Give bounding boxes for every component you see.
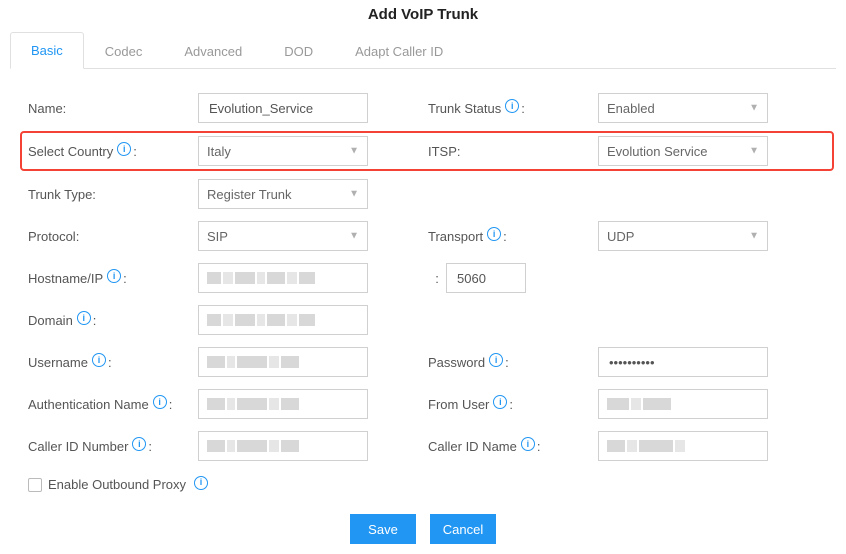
label-trunk-status: Trunk Status : — [428, 101, 598, 116]
enable-outbound-proxy-checkbox[interactable] — [28, 478, 42, 492]
info-icon[interactable] — [505, 99, 519, 113]
label-auth-name: Authentication Name : — [28, 397, 198, 412]
trunk-type-select[interactable]: Register Trunk ▼ — [198, 179, 368, 209]
info-icon[interactable] — [132, 437, 146, 451]
itsp-select[interactable]: Evolution Service ▼ — [598, 136, 768, 166]
tab-advanced[interactable]: Advanced — [163, 33, 263, 69]
button-bar: Save Cancel — [10, 514, 836, 544]
label-password: Password : — [428, 355, 598, 370]
label-enable-outbound-proxy: Enable Outbound Proxy — [48, 477, 186, 492]
password-input[interactable] — [598, 347, 768, 377]
chevron-down-icon: ▼ — [749, 231, 759, 242]
label-transport: Transport : — [428, 229, 598, 244]
label-from-user: From User : — [428, 397, 598, 412]
auth-name-input[interactable] — [198, 389, 368, 419]
domain-input[interactable] — [198, 305, 368, 335]
label-caller-id-number: Caller ID Number : — [28, 439, 198, 454]
from-user-input[interactable] — [598, 389, 768, 419]
dialog-title: Add VoIP Trunk — [10, 6, 836, 23]
port-input[interactable] — [446, 263, 526, 293]
info-icon[interactable] — [487, 227, 501, 241]
label-hostname-ip: Hostname/IP : — [28, 271, 198, 286]
caller-id-name-input[interactable] — [598, 431, 768, 461]
label-select-country: Select Country : — [28, 144, 198, 159]
label-protocol: Protocol: — [28, 229, 198, 244]
info-icon[interactable] — [107, 269, 121, 283]
tab-basic[interactable]: Basic — [10, 32, 84, 69]
select-country-select[interactable]: Italy ▼ — [198, 136, 368, 166]
info-icon[interactable] — [493, 395, 507, 409]
cancel-button[interactable]: Cancel — [430, 514, 496, 544]
chevron-down-icon: ▼ — [749, 103, 759, 114]
label-domain: Domain : — [28, 313, 198, 328]
chevron-down-icon: ▼ — [349, 146, 359, 157]
label-trunk-type: Trunk Type: — [28, 187, 198, 202]
info-icon[interactable] — [153, 395, 167, 409]
redacted-value — [207, 314, 315, 326]
redacted-value — [207, 272, 315, 284]
hostname-ip-input[interactable] — [198, 263, 368, 293]
info-icon[interactable] — [77, 311, 91, 325]
label-name: Name: — [28, 101, 198, 116]
trunk-status-select[interactable]: Enabled ▼ — [598, 93, 768, 123]
label-username: Username : — [28, 355, 198, 370]
info-icon[interactable] — [489, 353, 503, 367]
username-input[interactable] — [198, 347, 368, 377]
tab-bar: Basic Codec Advanced DOD Adapt Caller ID — [10, 31, 836, 69]
form-body: Name: Trunk Status : Enabled ▼ S — [10, 69, 836, 506]
redacted-value — [207, 440, 299, 452]
redacted-value — [207, 398, 299, 410]
info-icon[interactable] — [521, 437, 535, 451]
chevron-down-icon: ▼ — [749, 146, 759, 157]
transport-select[interactable]: UDP ▼ — [598, 221, 768, 251]
info-icon[interactable] — [194, 476, 208, 490]
tab-codec[interactable]: Codec — [84, 33, 164, 69]
tab-dod[interactable]: DOD — [263, 33, 334, 69]
name-input[interactable] — [198, 93, 368, 123]
chevron-down-icon: ▼ — [349, 231, 359, 242]
info-icon[interactable] — [117, 142, 131, 156]
highlighted-row: Select Country : Italy ▼ ITSP: Evolution… — [20, 131, 834, 171]
label-itsp: ITSP: — [428, 144, 598, 159]
label-caller-id-name: Caller ID Name : — [428, 439, 598, 454]
tab-adapt-caller-id[interactable]: Adapt Caller ID — [334, 33, 464, 69]
caller-id-number-input[interactable] — [198, 431, 368, 461]
port-separator: : — [428, 271, 446, 286]
protocol-select[interactable]: SIP ▼ — [198, 221, 368, 251]
chevron-down-icon: ▼ — [349, 189, 359, 200]
redacted-value — [607, 398, 671, 410]
redacted-value — [207, 356, 299, 368]
save-button[interactable]: Save — [350, 514, 416, 544]
redacted-value — [607, 440, 685, 452]
info-icon[interactable] — [92, 353, 106, 367]
